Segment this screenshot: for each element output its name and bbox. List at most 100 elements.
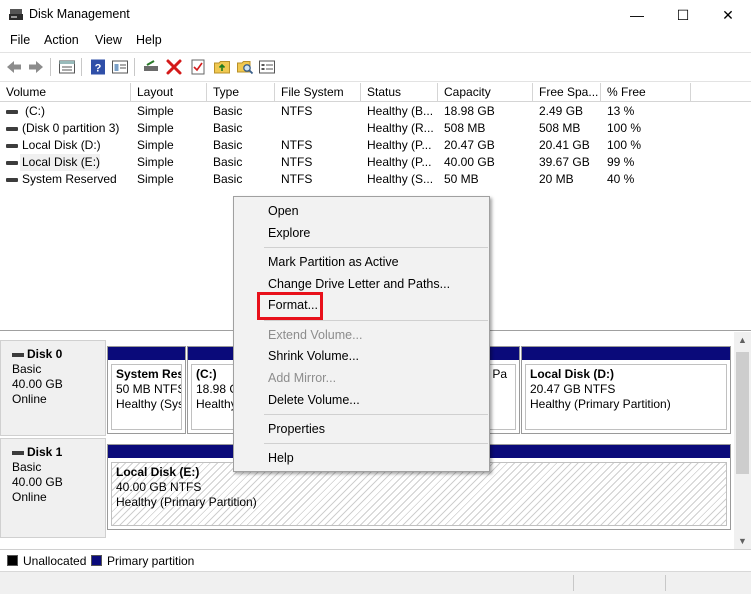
column-header-capacity[interactable]: Capacity — [438, 83, 533, 102]
menu-item-mark-active[interactable]: Mark Partition as Active — [236, 251, 487, 273]
disk-0-label[interactable]: Disk 0 Basic 40.00 GB Online — [0, 340, 106, 436]
menu-item-help[interactable]: Help — [236, 447, 487, 469]
volume-list-header: Volume Layout Type File System Status Ca… — [0, 83, 751, 102]
minimize-button[interactable]: — — [614, 0, 660, 30]
partition-c[interactable]: (C:) 18.98 G Healthy — [187, 346, 239, 434]
unallocated-swatch — [7, 555, 18, 566]
partition-status: Healthy — [196, 397, 235, 411]
partition-name: Local Disk (D:) — [530, 367, 615, 381]
column-header-type[interactable]: Type — [207, 83, 275, 102]
maximize-button[interactable]: ☐ — [660, 0, 706, 30]
volume-row[interactable]: (Disk 0 partition 3) Simple Basic Health… — [0, 120, 751, 137]
volume-percent-free: 100 % — [607, 121, 642, 135]
status-bar-divider — [573, 575, 574, 591]
column-header-free-space[interactable]: Free Spa... — [533, 83, 601, 102]
volume-name: System Reserved — [22, 172, 117, 186]
volume-row[interactable]: Local Disk (D:) Simple Basic NTFS Health… — [0, 137, 751, 154]
forward-arrow-icon[interactable] — [27, 58, 45, 76]
volume-row[interactable]: System Reserved Simple Basic NTFS Health… — [0, 171, 751, 188]
delete-icon[interactable] — [165, 58, 183, 76]
menu-action[interactable]: Action — [44, 33, 79, 47]
drive-icon — [6, 127, 18, 131]
status-bar — [0, 571, 751, 594]
settings-list-icon[interactable] — [258, 58, 276, 76]
disk-management-app-icon — [9, 9, 23, 20]
search-folder-icon[interactable] — [236, 58, 254, 76]
primary-partition-bar — [522, 347, 730, 360]
volume-free-space: 508 MB — [539, 121, 581, 135]
primary-partition-swatch — [91, 555, 102, 566]
menu-item-properties[interactable]: Properties — [236, 418, 487, 440]
checklist-icon[interactable] — [189, 58, 207, 76]
legend: Unallocated Primary partition — [0, 549, 751, 571]
menu-item-open[interactable]: Open — [236, 200, 487, 222]
disk-1-label[interactable]: Disk 1 Basic 40.00 GB Online — [0, 438, 106, 538]
disk-size: 40.00 GB — [12, 475, 63, 489]
disk-icon — [12, 450, 24, 455]
volume-row[interactable]: (C:) Simple Basic NTFS Healthy (B... 18.… — [0, 103, 751, 120]
volume-free-space: 39.67 GB — [539, 155, 590, 169]
partition-system-reserved[interactable]: System Res 50 MB NTFS Healthy (Sys — [107, 346, 186, 434]
drive-icon — [6, 161, 18, 165]
menu-view[interactable]: View — [95, 33, 122, 47]
column-header-layout[interactable]: Layout — [131, 83, 207, 102]
toolbar-separator — [50, 58, 51, 76]
partition-size: 50 MB NTFS — [116, 382, 182, 396]
scrollbar-thumb[interactable] — [736, 352, 749, 474]
menu-file[interactable]: File — [10, 33, 30, 47]
console-tree-icon[interactable] — [111, 58, 129, 76]
properties-list-icon[interactable] — [58, 58, 76, 76]
volume-capacity: 50 MB — [444, 172, 479, 186]
volume-name: (C:) — [25, 104, 45, 118]
menu-item-add-mirror: Add Mirror... — [268, 371, 337, 385]
close-button[interactable]: ✕ — [705, 0, 751, 30]
column-header-file-system[interactable]: File System — [275, 83, 361, 102]
scroll-up-icon[interactable]: ▲ — [734, 332, 751, 348]
column-header-percent-free[interactable]: % Free — [601, 83, 691, 102]
volume-file-system: NTFS — [281, 104, 313, 118]
status-bar-divider — [665, 575, 666, 591]
legend-unallocated: Unallocated — [23, 554, 87, 568]
volume-type: Basic — [213, 172, 243, 186]
menu-item-shrink-volume[interactable]: Shrink Volume... — [236, 345, 487, 367]
volume-status: Healthy (B... — [367, 104, 434, 118]
volume-percent-free: 99 % — [607, 155, 635, 169]
scroll-down-icon[interactable]: ▼ — [734, 533, 751, 549]
disk-name: Disk 0 — [27, 347, 63, 361]
partition-name: System Res — [116, 367, 182, 381]
column-header-status[interactable]: Status — [361, 83, 438, 102]
up-folder-icon[interactable] — [213, 58, 231, 76]
drive-icon — [6, 110, 18, 114]
volume-free-space: 20.41 GB — [539, 138, 590, 152]
back-arrow-icon[interactable] — [5, 58, 23, 76]
format-highlight-box — [257, 292, 323, 320]
volume-percent-free: 40 % — [607, 172, 635, 186]
disk-size: 40.00 GB — [12, 377, 63, 391]
volume-layout: Simple — [137, 155, 174, 169]
legend-primary-partition: Primary partition — [107, 554, 195, 568]
volume-status: Healthy (R... — [367, 121, 434, 135]
disk-type: Basic — [12, 460, 42, 474]
volume-type: Basic — [213, 104, 243, 118]
disk-view-scrollbar[interactable]: ▲ ▼ — [734, 332, 751, 549]
column-header-volume[interactable]: Volume — [0, 83, 131, 102]
volume-type: Basic — [213, 121, 243, 135]
volume-row-selected[interactable]: Local Disk (E:) Simple Basic NTFS Health… — [0, 154, 751, 171]
volume-file-system: NTFS — [281, 172, 313, 186]
volume-status: Healthy (S... — [367, 172, 434, 186]
connect-icon[interactable] — [142, 58, 160, 76]
help-icon[interactable]: ? — [89, 58, 107, 76]
partition-local-disk-d[interactable]: Local Disk (D:) 20.47 GB NTFS Healthy (P… — [521, 346, 731, 434]
menu-item-delete-volume[interactable]: Delete Volume... — [236, 389, 487, 411]
volume-capacity: 20.47 GB — [444, 138, 495, 152]
menu-separator — [264, 320, 488, 321]
menu-help[interactable]: Help — [136, 33, 162, 47]
menu-item-explore[interactable]: Explore — [236, 222, 487, 244]
volume-type: Basic — [213, 138, 243, 152]
menu-separator — [264, 443, 488, 444]
volume-name: Local Disk (E:) — [22, 155, 101, 169]
volume-status: Healthy (P... — [367, 155, 432, 169]
partition-size: 20.47 GB NTFS — [530, 382, 616, 396]
volume-name: Local Disk (D:) — [22, 138, 101, 152]
toolbar-separator — [134, 58, 135, 76]
